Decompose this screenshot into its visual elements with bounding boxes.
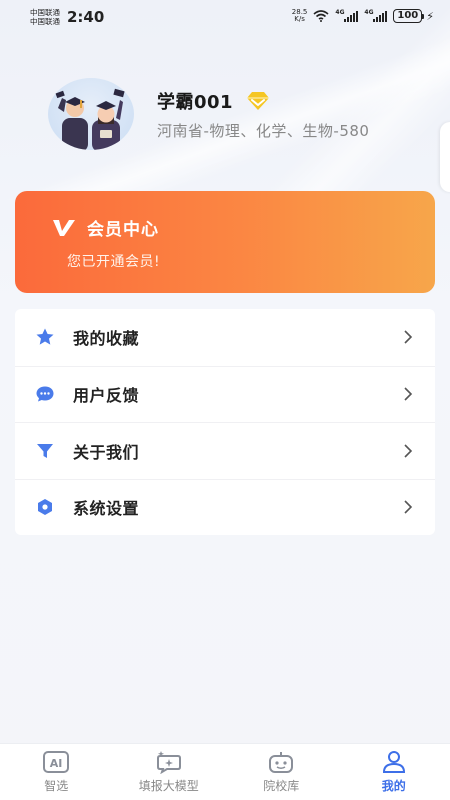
username: 学霸001: [157, 92, 234, 113]
chevron-right-icon: [404, 444, 413, 458]
signal-1-icon: 4G: [335, 8, 359, 22]
username-row: 学霸001: [157, 88, 271, 114]
profile-subjects: 河南省-物理、化学、生物-580: [157, 122, 370, 140]
tab-label: 填报大模型: [138, 779, 199, 793]
graduates-illustration: [55, 88, 125, 150]
net-speed: 28.5 K/s: [292, 9, 308, 23]
status-bar: 中国联通 中国联通 2:40 28.5 K/s 4G 4G 100 ⚡: [0, 0, 450, 34]
battery-level: 100: [393, 9, 423, 23]
edge-handle[interactable]: [440, 122, 450, 192]
menu-item-settings[interactable]: 系统设置: [15, 478, 435, 536]
profile-avatar-wrap[interactable]: [48, 78, 134, 150]
tab-fill-model[interactable]: 填报大模型: [113, 744, 226, 800]
signal-2-tag: 4G: [364, 8, 374, 16]
menu-item-favorites[interactable]: 我的收藏: [15, 309, 435, 366]
tab-mine[interactable]: 我的: [338, 744, 450, 800]
charging-icon: ⚡: [426, 9, 434, 23]
status-time: 2:40: [67, 8, 105, 26]
carrier-1: 中国联通: [30, 8, 60, 17]
battery-icon: 100 ⚡: [393, 9, 434, 23]
menu-item-label: 用户反馈: [73, 386, 140, 406]
signal-1-tag: 4G: [335, 8, 345, 16]
net-speed-unit: K/s: [294, 15, 305, 23]
svg-text:AI: AI: [50, 757, 63, 770]
funnel-icon: [37, 443, 53, 458]
chevron-right-icon: [404, 330, 413, 344]
chat-bubble-icon: [36, 386, 54, 402]
robot-icon: [269, 752, 294, 773]
tab-label: 我的: [381, 779, 406, 793]
menu-item-label: 关于我们: [73, 442, 140, 462]
menu-item-feedback[interactable]: 用户反馈: [15, 365, 435, 423]
graduates-avatar[interactable]: [48, 78, 134, 150]
diamond-vip-icon: [247, 92, 270, 110]
member-subtitle: 您已开通会员!: [67, 254, 161, 270]
chevron-right-icon: [404, 387, 413, 401]
chevron-right-icon: [404, 500, 413, 514]
tab-label: 智选: [44, 779, 69, 793]
menu-list: 我的收藏 用户反馈 关于我们 系统设置: [15, 309, 435, 535]
member-center-card[interactable]: 会员中心 您已开通会员!: [15, 191, 435, 293]
status-indicators: 28.5 K/s 4G 4G 100 ⚡: [292, 9, 434, 23]
menu-item-label: 我的收藏: [73, 329, 140, 349]
tab-smart-select[interactable]: AI 智选: [0, 744, 113, 800]
tab-label: 院校库: [263, 779, 300, 793]
wifi-icon: [313, 10, 329, 22]
sparkle-chat-icon: [156, 751, 181, 774]
bottom-tab-bar: AI 智选 填报大模型 院校库 我的: [0, 743, 450, 800]
tab-college-library[interactable]: 院校库: [225, 744, 338, 800]
ai-icon: AI: [43, 751, 70, 773]
signal-2-icon: 4G: [364, 8, 388, 22]
menu-item-about[interactable]: 关于我们: [15, 422, 435, 479]
v-logo-icon: [53, 219, 75, 236]
menu-item-label: 系统设置: [73, 499, 140, 519]
member-title-row: 会员中心: [51, 215, 159, 240]
member-title: 会员中心: [87, 220, 159, 240]
person-icon: [382, 751, 405, 773]
hexagon-settings-icon: [38, 499, 52, 516]
star-icon: [36, 328, 54, 345]
carrier-2: 中国联通: [30, 17, 60, 26]
carrier-labels: 中国联通 中国联通: [30, 8, 60, 26]
